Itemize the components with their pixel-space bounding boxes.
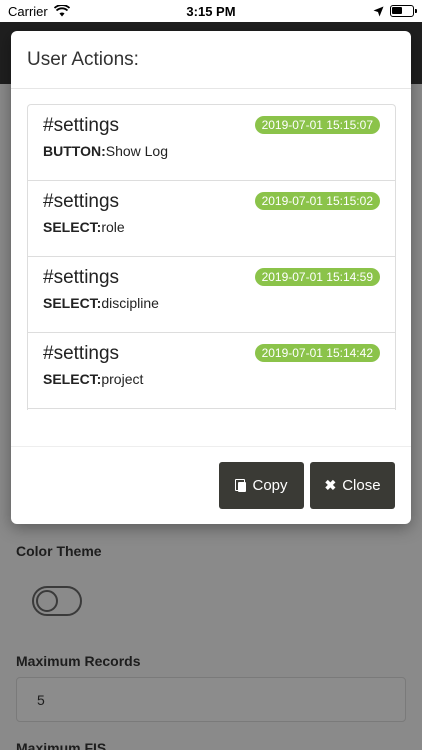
log-type: SELECT: [43, 371, 102, 387]
close-icon: ✖ [324, 477, 337, 493]
log-value: discipline [101, 295, 159, 311]
log-detail: SELECT:role [43, 219, 380, 235]
modal-title: User Actions: [27, 48, 139, 70]
close-button-label: Close [342, 477, 381, 494]
status-bar: Carrier 3:15 PM [0, 0, 422, 22]
wifi-icon [53, 5, 70, 17]
log-value: role [101, 219, 125, 235]
status-right [373, 5, 417, 17]
log-value: Show Log [105, 143, 169, 159]
copy-button[interactable]: Copy [219, 462, 304, 509]
modal-footer: Copy ✖ Close [11, 446, 411, 524]
log-type: SELECT: [43, 219, 102, 235]
location-arrow-icon [373, 6, 384, 16]
log-detail: SELECT:project [43, 371, 380, 387]
carrier-label: Carrier [8, 3, 48, 19]
close-button[interactable]: ✖ Close [310, 462, 395, 509]
battery-icon [390, 5, 417, 17]
log-timestamp-badge: 2019-07-01 15:15:07 [254, 116, 380, 134]
log-timestamp-badge: 2019-07-01 15:15:02 [254, 192, 380, 210]
max-records-label: Maximum Records [16, 653, 141, 669]
log-item: #settings BUTTON:Show Log 2019-07-01 15:… [28, 105, 395, 181]
status-time: 3:15 PM [186, 3, 236, 19]
log-type: BUTTON: [43, 143, 106, 159]
log-item: #settings SELECT:project 2019-07-01 15:1… [28, 333, 395, 409]
color-theme-toggle[interactable] [32, 586, 82, 616]
toggle-knob [36, 590, 58, 612]
log-timestamp-badge: 2019-07-01 15:14:42 [254, 344, 380, 362]
status-left: Carrier [8, 4, 70, 19]
max-records-input[interactable]: 5 [16, 677, 406, 722]
log-item: #settings SELECT:role 2019-07-01 15:15:0… [28, 181, 395, 257]
log-list[interactable]: #settings BUTTON:Show Log 2019-07-01 15:… [27, 104, 396, 410]
log-value: project [101, 371, 144, 387]
copy-button-label: Copy [252, 477, 288, 494]
log-detail: BUTTON:Show Log [43, 143, 380, 159]
max-fis-label: Maximum FIS [16, 740, 107, 750]
modal-header: User Actions: [11, 31, 411, 89]
log-type: SELECT: [43, 295, 102, 311]
log-timestamp-badge: 2019-07-01 15:14:59 [254, 268, 380, 286]
user-actions-modal: User Actions: #settings BUTTON:Show Log … [11, 31, 411, 524]
color-theme-label: Color Theme [16, 543, 102, 559]
log-item: #settings SELECT:discipline 2019-07-01 1… [28, 257, 395, 333]
copy-icon [235, 479, 247, 492]
log-detail: SELECT:discipline [43, 295, 380, 311]
